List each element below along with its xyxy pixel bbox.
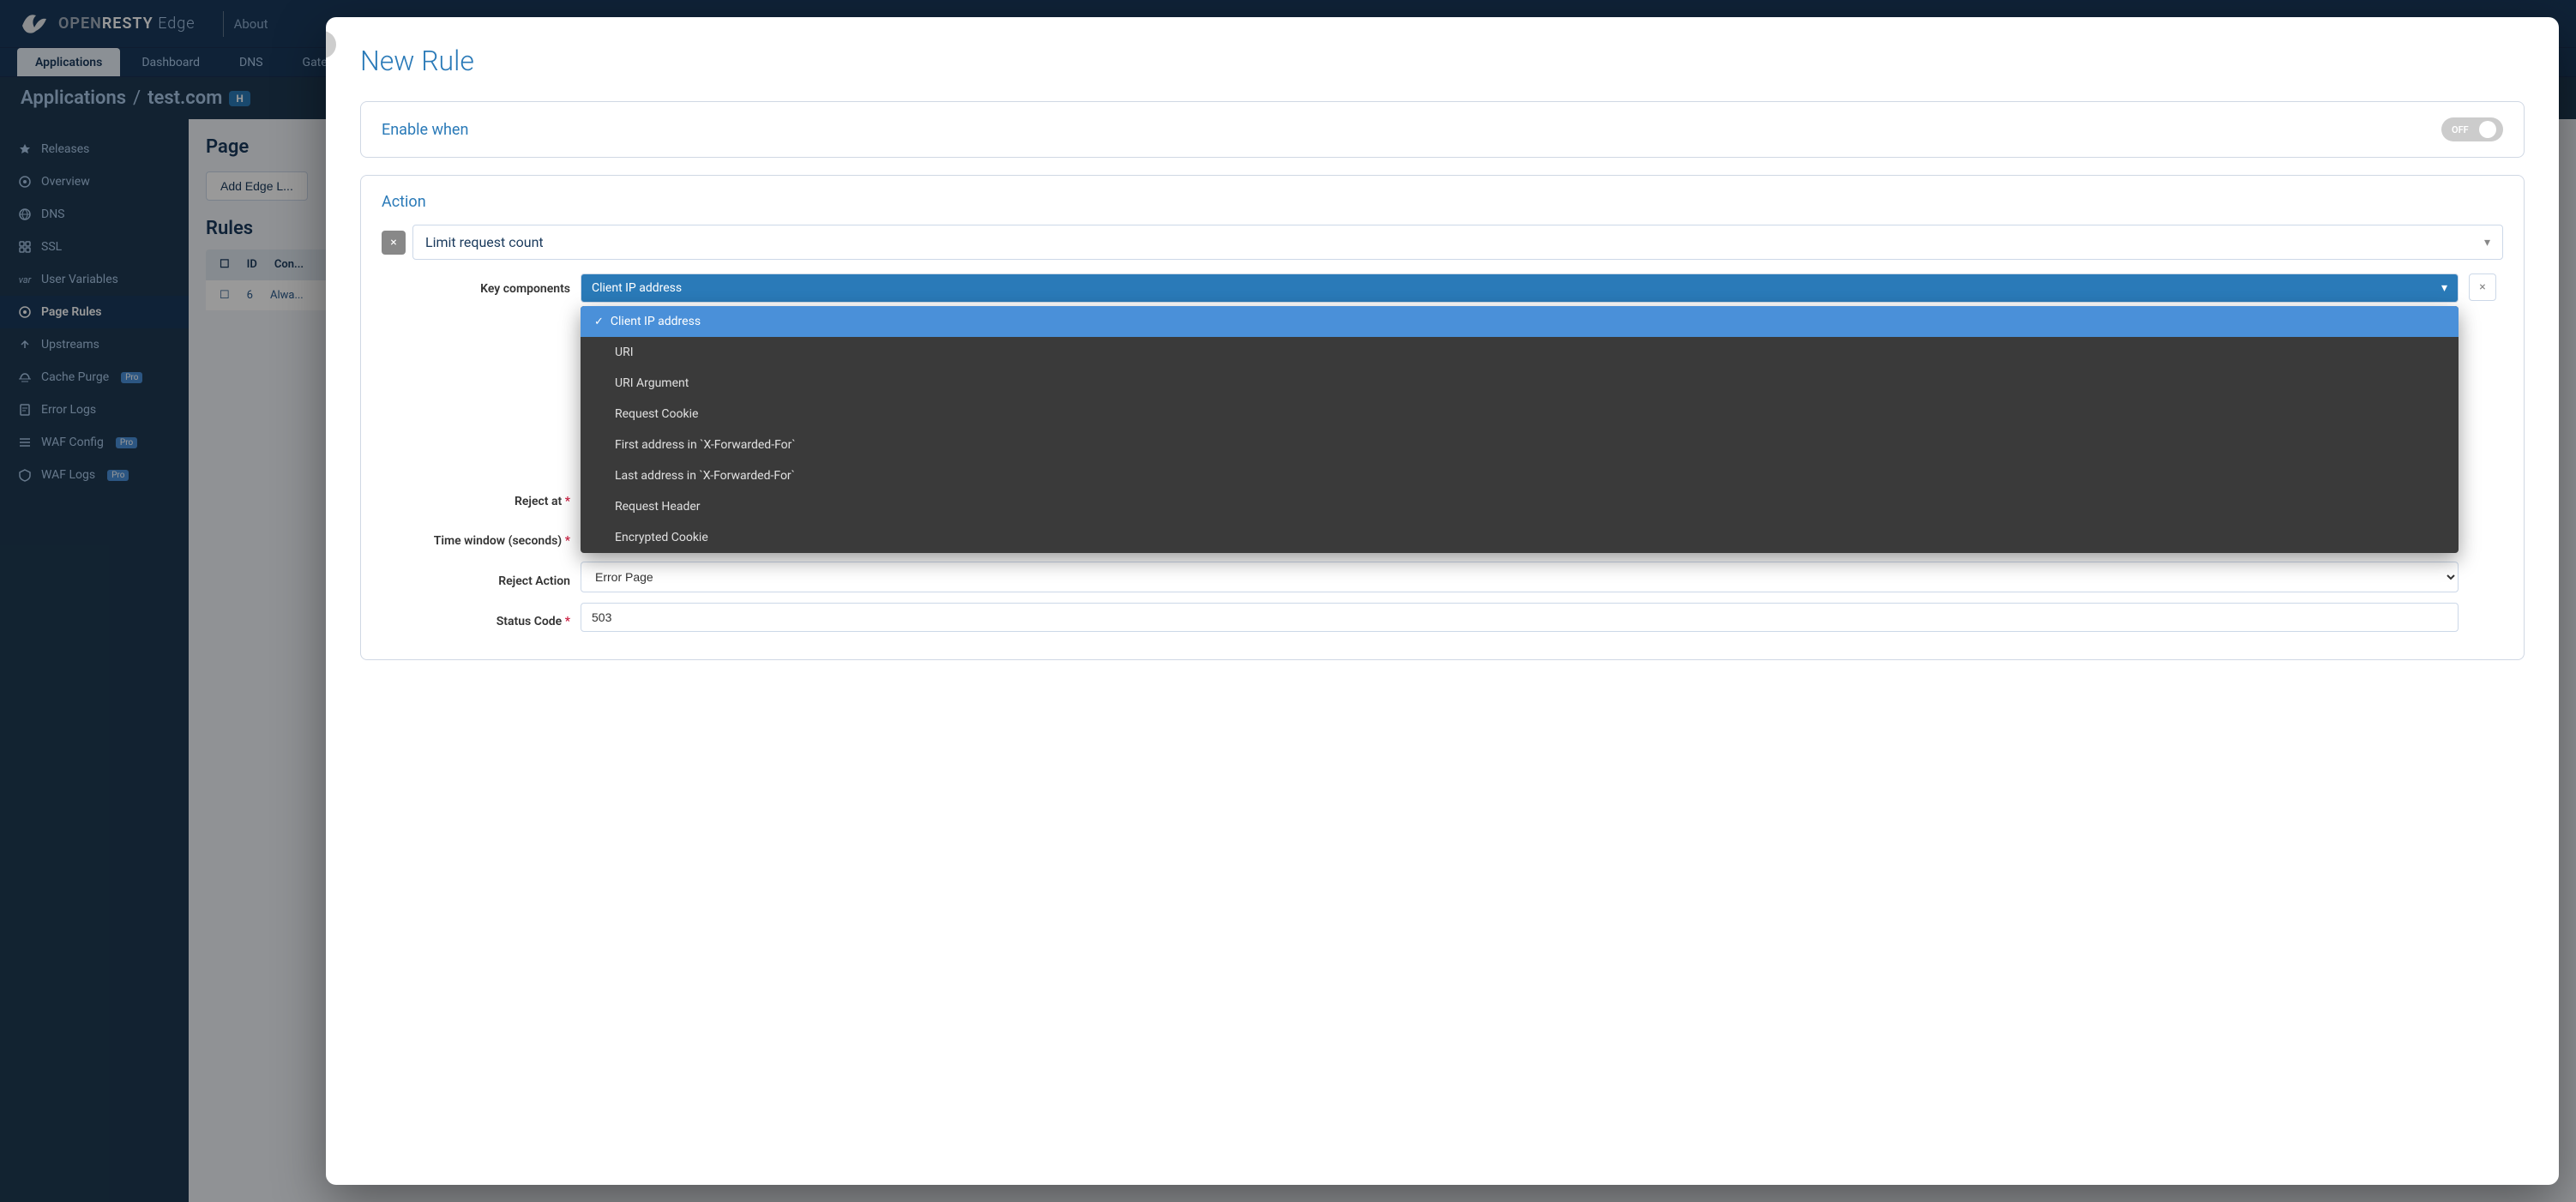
dropdown-item-x-forwarded-last[interactable]: Last address in `X-Forwarded-For`: [581, 460, 2459, 491]
modal-title: New Rule: [360, 45, 2525, 77]
dropdown-item-request-header[interactable]: Request Header: [581, 491, 2459, 522]
dropdown-option-label: Request Cookie: [615, 407, 698, 421]
action-section-label: Action: [382, 193, 2503, 211]
action-remove-button[interactable]: ×: [382, 231, 406, 255]
action-selector-row: × Limit request count ▾: [382, 225, 2503, 260]
action-type-value: Limit request count: [425, 234, 544, 250]
key-components-value: Client IP address: [592, 281, 682, 295]
status-code-input[interactable]: [581, 603, 2459, 632]
reject-at-label: Reject at *: [382, 486, 570, 508]
dropdown-item-request-cookie[interactable]: Request Cookie: [581, 399, 2459, 430]
dropdown-item-uri[interactable]: URI: [581, 337, 2459, 368]
dropdown-option-label: URI Argument: [615, 376, 689, 390]
action-type-select[interactable]: Limit request count ▾: [412, 225, 2503, 260]
toggle-off-label: OFF: [2452, 124, 2469, 135]
dropdown-option-label: URI: [615, 346, 634, 359]
key-components-container: Client IP address ▾ ✓ Client IP address …: [581, 273, 2459, 303]
dropdown-option-label: Encrypted Cookie: [615, 531, 708, 544]
enable-when-label: Enable when: [382, 121, 468, 139]
key-components-dropdown: ✓ Client IP address URI URI Argument Req…: [581, 306, 2459, 553]
dropdown-option-label: First address in `X-Forwarded-For`: [615, 438, 796, 452]
reject-action-select[interactable]: Error Page: [581, 562, 2459, 592]
time-window-label: Time window (seconds) *: [382, 526, 570, 548]
action-section: Action × Limit request count ▾ Key compo…: [360, 175, 2525, 660]
enable-when-toggle[interactable]: OFF: [2441, 117, 2503, 141]
dropdown-item-encrypted-cookie[interactable]: Encrypted Cookie: [581, 522, 2459, 553]
key-components-select[interactable]: Client IP address ▾: [581, 273, 2459, 303]
required-indicator: *: [565, 534, 570, 548]
chevron-down-icon: ▾: [2484, 236, 2490, 249]
dropdown-option-label: Request Header: [615, 500, 701, 514]
required-indicator: *: [565, 615, 570, 628]
chevron-down-icon: ▾: [2441, 281, 2447, 295]
key-components-label: Key components: [382, 273, 570, 296]
dropdown-option-label: Client IP address: [611, 315, 701, 328]
toggle-dot: [2479, 121, 2496, 138]
enable-when-header: Enable when OFF: [361, 102, 2524, 157]
check-icon: ✓: [594, 316, 604, 328]
status-code-label: Status Code *: [382, 606, 570, 628]
required-indicator: *: [565, 495, 570, 508]
enable-when-section: Enable when OFF: [360, 101, 2525, 158]
modal-close-button[interactable]: ×: [326, 31, 336, 58]
new-rule-modal: × New Rule Enable when OFF Action × Limi…: [326, 17, 2559, 1185]
dropdown-item-client-ip[interactable]: ✓ Client IP address: [581, 306, 2459, 337]
reject-action-label: Reject Action: [382, 566, 570, 588]
key-components-remove-button[interactable]: ×: [2469, 273, 2496, 301]
dropdown-item-uri-argument[interactable]: URI Argument: [581, 368, 2459, 399]
dropdown-item-x-forwarded-first[interactable]: First address in `X-Forwarded-For`: [581, 430, 2459, 460]
dropdown-option-label: Last address in `X-Forwarded-For`: [615, 469, 795, 483]
